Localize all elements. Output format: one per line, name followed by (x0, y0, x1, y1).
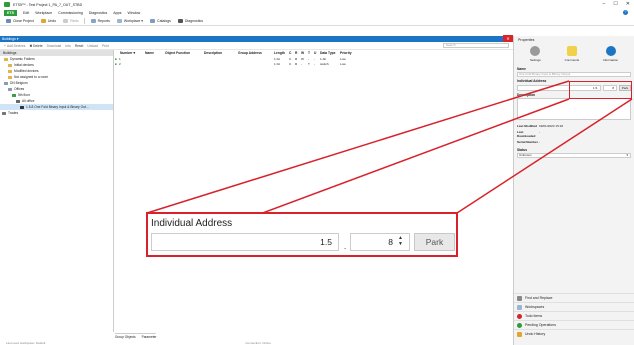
zoomed-individual-address: Individual Address 1.5 . 8 ▲ ▼ Park (146, 212, 458, 257)
callout-line-top (146, 80, 570, 214)
zoom-park-button[interactable]: Park (414, 233, 455, 251)
highlight-box-individual-address (569, 81, 632, 99)
zoom-title: Individual Address (151, 218, 233, 229)
stepper-arrows-icon[interactable]: ▲ ▼ (398, 235, 403, 247)
callout-connector-lines (146, 80, 633, 257)
zoom-separator: . (344, 242, 347, 251)
zoom-address-field[interactable]: 1.5 (151, 233, 339, 251)
callout-line-right (456, 98, 633, 214)
